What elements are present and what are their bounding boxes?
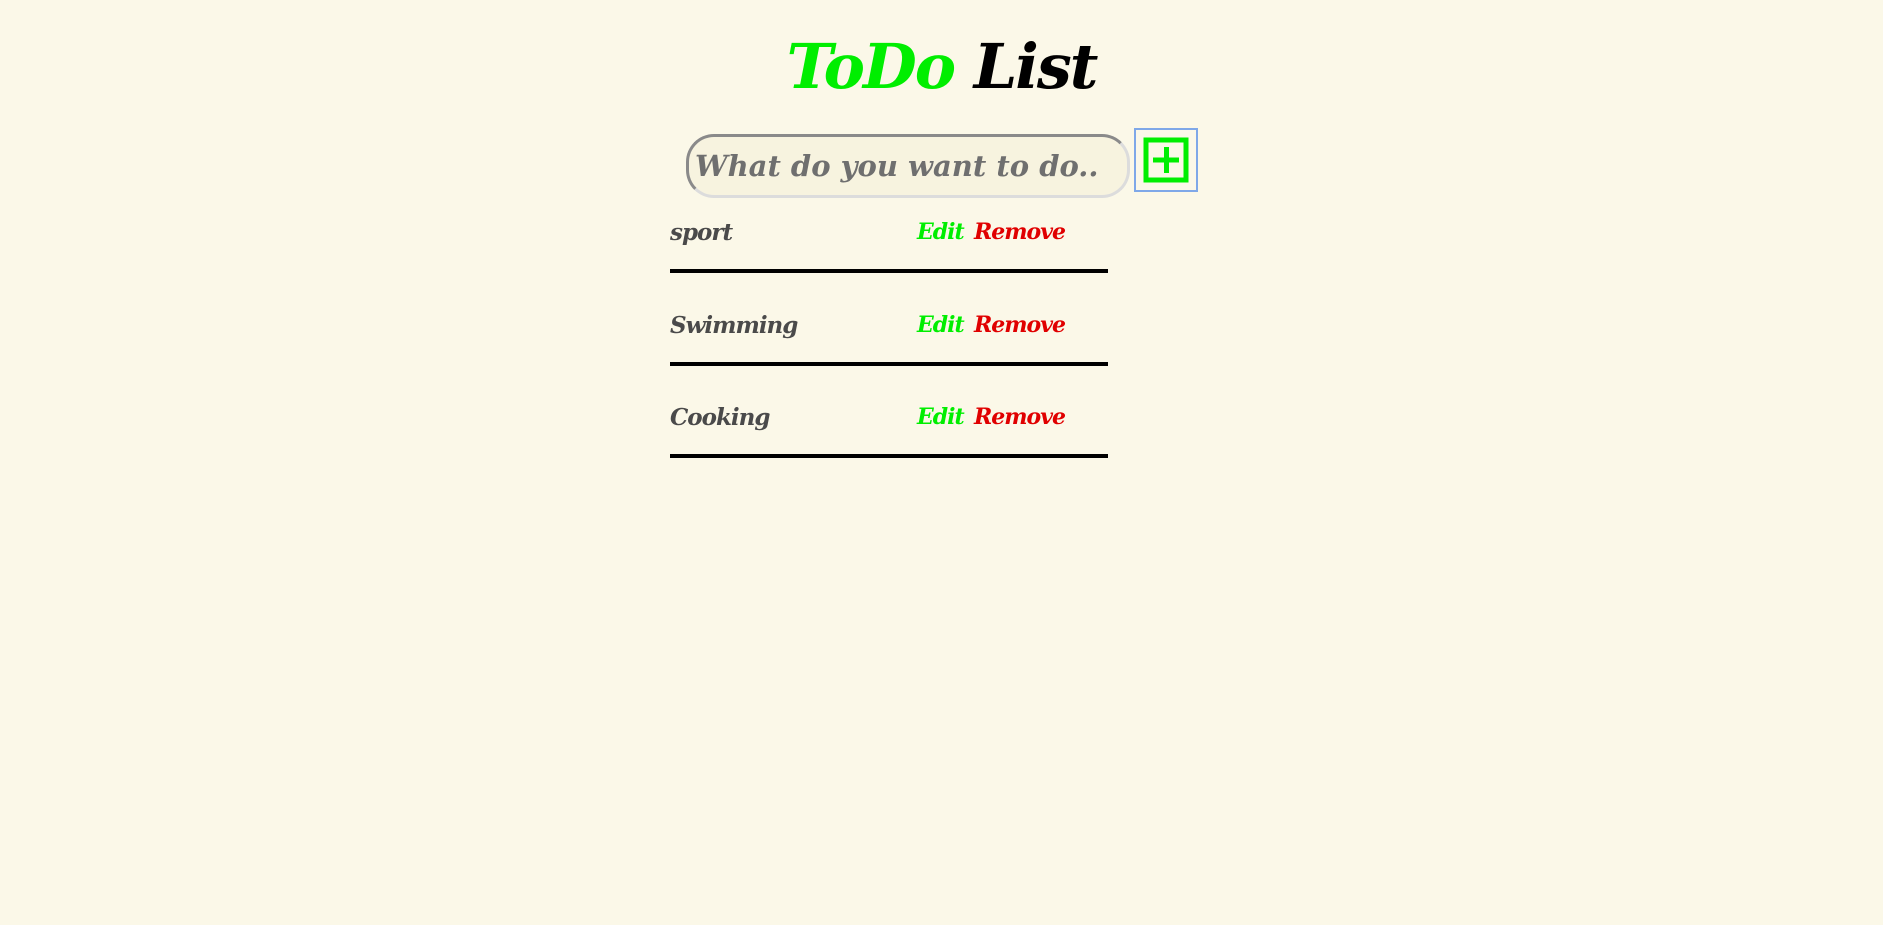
- edit-button[interactable]: Edit: [917, 312, 965, 338]
- todo-text: Swimming: [670, 311, 798, 339]
- remove-button[interactable]: Remove: [974, 404, 1066, 430]
- todo-item: sport Edit Remove: [670, 208, 1108, 301]
- remove-button[interactable]: Remove: [974, 312, 1066, 338]
- page-title: ToDo List: [0, 22, 1883, 112]
- item-divider: [670, 454, 1108, 458]
- todo-list: sport Edit Remove Swimming Edit Remove C…: [670, 208, 1108, 486]
- item-divider: [670, 361, 1108, 366]
- todo-item: Cooking Edit Remove: [670, 393, 1108, 486]
- item-divider: [670, 269, 1108, 273]
- remove-button[interactable]: Remove: [974, 219, 1066, 245]
- edit-button[interactable]: Edit: [917, 219, 965, 245]
- todo-app: ToDo List sport Edit Remove Swimming Edi…: [0, 0, 1883, 925]
- title-accent: ToDo: [786, 30, 956, 103]
- todo-text: Cooking: [670, 404, 770, 431]
- edit-button[interactable]: Edit: [917, 404, 965, 430]
- title-rest: List: [973, 30, 1099, 103]
- add-button[interactable]: [1134, 128, 1198, 192]
- todo-input[interactable]: [686, 134, 1130, 198]
- plus-square-icon: [1143, 137, 1189, 183]
- todo-text: sport: [670, 219, 733, 246]
- todo-item: Swimming Edit Remove: [670, 301, 1108, 394]
